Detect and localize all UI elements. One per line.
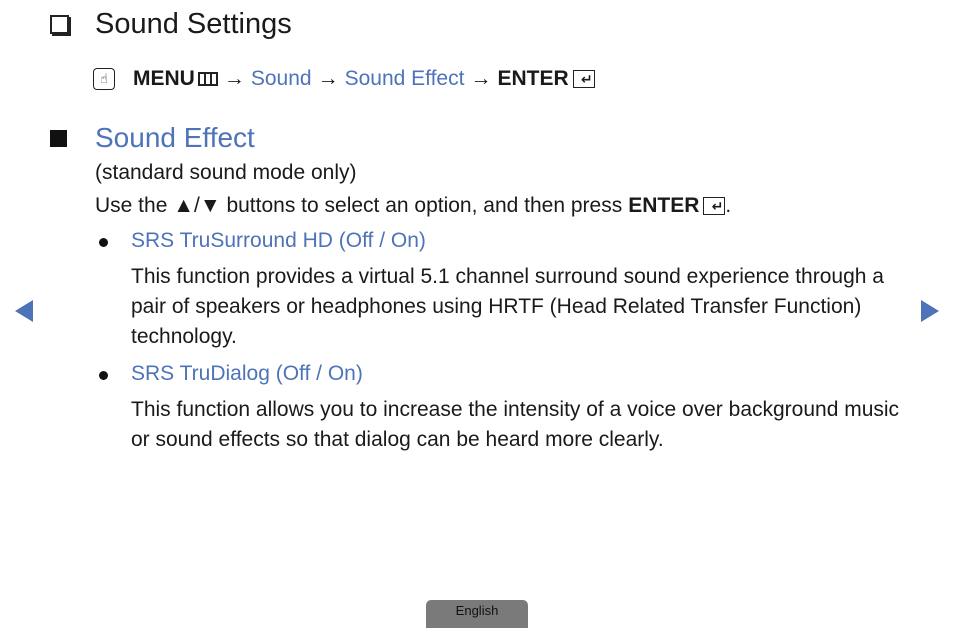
- enter-key-icon: ↵: [703, 197, 726, 215]
- enter-key-icon: ↵: [572, 70, 595, 88]
- page-title: Sound Settings: [95, 8, 292, 40]
- section-heading: Sound Effect: [50, 122, 255, 154]
- section-instruction: Use the ▲/▼ buttons to select an option,…: [95, 194, 731, 218]
- option-title-trusurround[interactable]: SRS TruSurround HD (Off / On): [131, 229, 426, 253]
- enter-label: ENTER: [497, 67, 569, 90]
- previous-page-icon[interactable]: [15, 300, 33, 322]
- menu-path: ☝ MENU → Sound → Sound Effect → ENTER ↵: [93, 67, 595, 91]
- next-page-icon[interactable]: [921, 300, 939, 322]
- path-arrow: →: [317, 67, 339, 90]
- square-bullet-icon: [50, 129, 67, 147]
- path-link-sound[interactable]: Sound: [251, 67, 312, 91]
- bullet-icon: [99, 371, 108, 380]
- bullet-icon: [99, 238, 108, 247]
- section-note: (standard sound mode only): [95, 161, 357, 184]
- instruction-text: Use the ▲/▼ buttons to select an option,…: [95, 194, 623, 217]
- instruction-enter: ENTER: [628, 194, 700, 217]
- instruction-period: .: [725, 194, 732, 217]
- path-arrow: →: [223, 67, 245, 90]
- menu-label: MENU: [133, 67, 195, 90]
- touch-remote-icon: ☝: [93, 68, 115, 90]
- option-description-trudialog: This function allows you to increase the…: [131, 398, 900, 451]
- page-heading: Sound Settings: [50, 8, 292, 41]
- menu-grid-icon: [197, 72, 218, 86]
- option-description-trusurround: This function provides a virtual 5.1 cha…: [131, 265, 884, 348]
- path-arrow: →: [470, 67, 492, 90]
- option-title-trudialog[interactable]: SRS TruDialog (Off / On): [131, 362, 363, 386]
- section-title: Sound Effect: [95, 122, 255, 153]
- checkbox-heading-icon: [50, 15, 69, 34]
- path-link-sound-effect[interactable]: Sound Effect: [345, 67, 465, 91]
